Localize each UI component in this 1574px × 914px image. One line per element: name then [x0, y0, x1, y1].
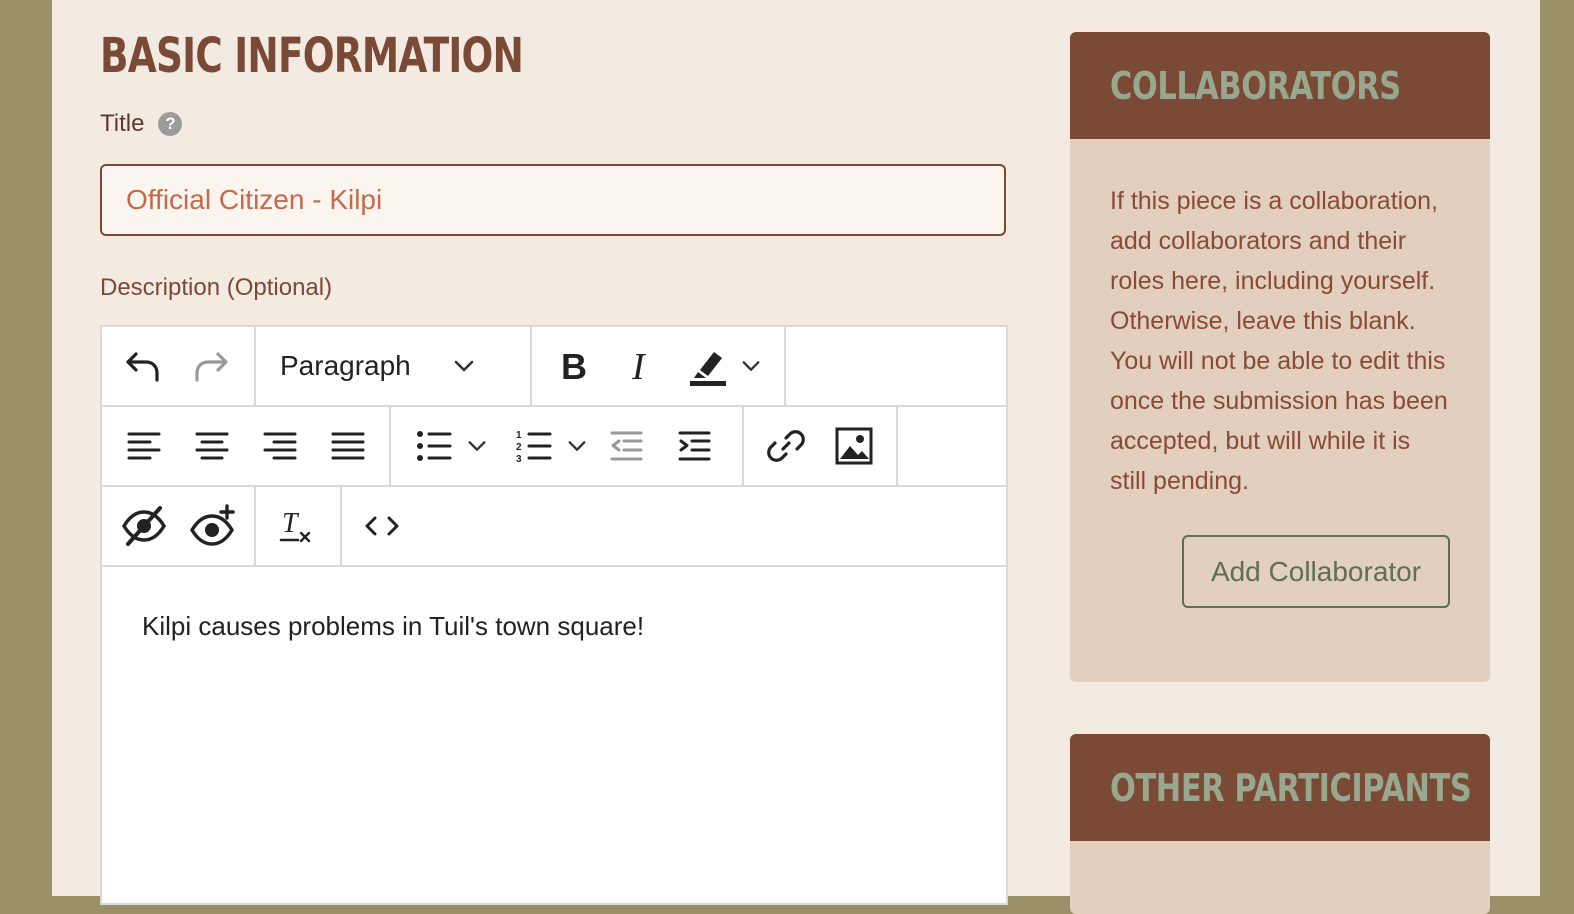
- svg-text:2: 2: [516, 442, 522, 453]
- italic-icon[interactable]: I: [614, 338, 670, 394]
- remove-format-icon[interactable]: T: [268, 498, 324, 554]
- collaborators-body: If this piece is a collaboration, add co…: [1070, 139, 1490, 648]
- other-participants-heading: OTHER PARTICIPANTS: [1110, 765, 1472, 810]
- toolbar-row-2: 123: [102, 407, 1006, 487]
- add-collaborator-button[interactable]: Add Collaborator: [1182, 535, 1450, 608]
- collaborators-heading: COLLABORATORS: [1110, 63, 1401, 108]
- title-label-row: Title ?: [100, 110, 183, 138]
- main-page: BASIC INFORMATION Title ? Description (O…: [52, 0, 1540, 914]
- toolbar-row-3: T: [102, 487, 1006, 567]
- toolbar-row-1: Paragraph B I: [102, 327, 1006, 407]
- chevron-down-icon: [454, 360, 474, 372]
- outdent-icon[interactable]: [598, 418, 654, 474]
- source-code-icon[interactable]: [354, 498, 410, 554]
- title-input[interactable]: [100, 164, 1006, 236]
- highlight-icon[interactable]: [680, 338, 736, 394]
- eye-plus-icon[interactable]: [184, 498, 240, 554]
- description-label: Description (Optional): [100, 274, 333, 301]
- numbered-list-chevron-icon[interactable]: [562, 418, 592, 474]
- format-select[interactable]: Paragraph: [258, 350, 498, 382]
- undo-icon[interactable]: [114, 338, 170, 394]
- numbered-list-icon[interactable]: 123: [506, 418, 562, 474]
- editor-paragraph: Kilpi causes problems in Tuil's town squ…: [142, 611, 645, 641]
- help-icon[interactable]: ?: [158, 112, 183, 136]
- align-justify-icon[interactable]: [320, 418, 376, 474]
- bulleted-list-icon[interactable]: [406, 418, 462, 474]
- other-participants-panel: OTHER PARTICIPANTS: [1070, 734, 1490, 914]
- collaborators-panel: COLLABORATORS If this piece is a collabo…: [1070, 32, 1490, 682]
- link-icon[interactable]: [758, 418, 814, 474]
- highlight-dropdown-chevron-icon[interactable]: [736, 338, 766, 394]
- eye-slash-icon[interactable]: [116, 498, 172, 554]
- svg-text:B: B: [561, 346, 587, 386]
- align-center-icon[interactable]: [184, 418, 240, 474]
- editor-content[interactable]: Kilpi causes problems in Tuil's town squ…: [102, 567, 1006, 686]
- other-participants-header: OTHER PARTICIPANTS: [1070, 734, 1490, 841]
- format-select-value: Paragraph: [280, 350, 411, 381]
- svg-text:I: I: [631, 346, 647, 386]
- align-left-icon[interactable]: [116, 418, 172, 474]
- align-right-icon[interactable]: [252, 418, 308, 474]
- collaborators-header: COLLABORATORS: [1070, 32, 1490, 139]
- title-label: Title: [100, 110, 145, 137]
- svg-text:1: 1: [516, 430, 522, 441]
- svg-text:3: 3: [516, 454, 522, 464]
- bold-icon[interactable]: B: [546, 338, 602, 394]
- bulleted-list-chevron-icon[interactable]: [462, 418, 492, 474]
- indent-icon[interactable]: [666, 418, 722, 474]
- svg-text:T: T: [282, 508, 300, 539]
- rich-text-editor: Paragraph B I 1 2 3 T Kilpi causes probl…: [100, 325, 1008, 905]
- image-icon[interactable]: [826, 418, 882, 474]
- collaborators-text: If this piece is a collaboration, add co…: [1110, 187, 1448, 495]
- section-title: BASIC INFORMATION: [100, 28, 524, 84]
- redo-icon[interactable]: [184, 338, 240, 394]
